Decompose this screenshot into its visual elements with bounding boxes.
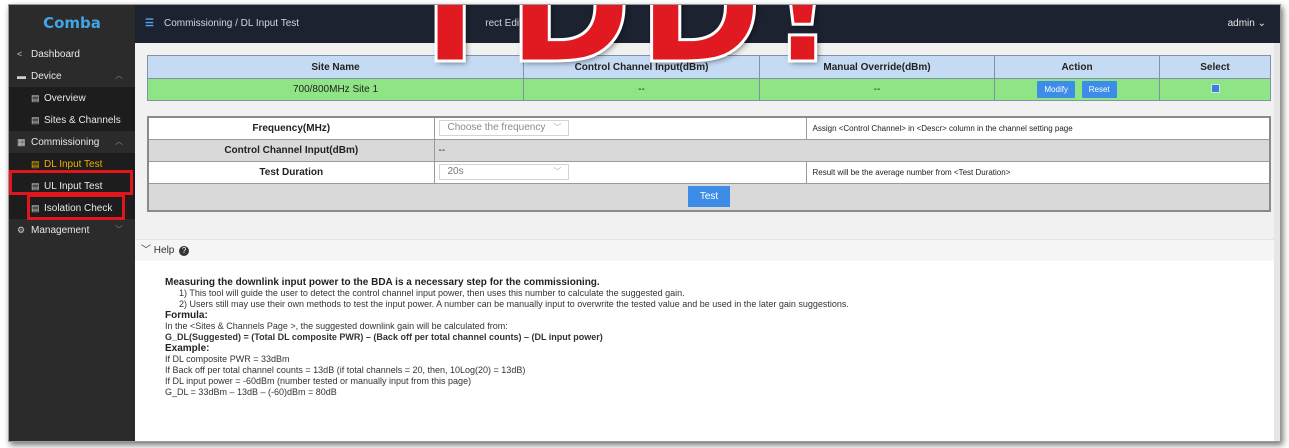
chevron-down-icon: ﹀ <box>115 225 123 234</box>
duration-cell: 20s ﹀ <box>433 160 807 184</box>
logo: Comba <box>9 5 135 43</box>
cc-input-label: Control Channel Input(dBm) <box>147 138 435 162</box>
scrollbar[interactable] <box>1274 43 1280 441</box>
sidebar-item-management[interactable]: ⚙ Management ﹀ <box>9 219 135 241</box>
grid-icon: ▦ <box>17 137 26 147</box>
frequency-select[interactable]: Choose the frequency ﹀ <box>438 120 569 137</box>
duration-select[interactable]: 20s ﹀ <box>438 164 569 180</box>
sidebar-item-dashboard[interactable]: < Dashboard <box>9 43 135 65</box>
example-line-4: G_DL = 33dBm – 13dB – (-60)dBm = 80dB <box>165 387 337 397</box>
action-cell: Modify Reset <box>994 78 1160 101</box>
duration-value: 20s <box>447 166 464 177</box>
frequency-note: Assign <Control Channel> in <Descr> colu… <box>805 116 1271 140</box>
chevron-up-icon: ︿ <box>115 137 123 146</box>
sidebar-item-sites-channels[interactable]: ▤ Sites & Channels <box>9 109 135 131</box>
column-header: Select <box>1159 55 1271 79</box>
sidebar-item-device[interactable]: ▬ Device ︿ <box>9 65 135 87</box>
help-intro: Measuring the downlink input power to th… <box>165 277 600 288</box>
frequency-label: Frequency(MHz) <box>147 116 435 140</box>
device-icon: ▬ <box>17 71 26 81</box>
select-checkbox[interactable] <box>1210 83 1220 93</box>
sidebar: Comba < Dashboard ▬ Device ︿ ▤ Overview ▤ Sit… <box>9 5 135 441</box>
test-button-cell: Test <box>147 182 1271 212</box>
cc-input-row: Control Channel Input(dBm) -- <box>147 138 1271 162</box>
duration-note: Result will be the average number from <… <box>805 160 1271 184</box>
help-point-2: 2) Users still may use their own methods… <box>179 299 849 309</box>
example-line-3: If DL input power = -60dBm (number teste… <box>165 376 472 386</box>
cc-input-value: -- <box>433 138 1271 162</box>
sidebar-item-label: Overview <box>44 93 86 104</box>
test-button[interactable]: Test <box>687 186 731 208</box>
test-form: Frequency(MHz) Choose the frequency ﹀ Ass… <box>147 116 1271 212</box>
app-window: Comba < Dashboard ▬ Device ︿ ▤ Overview ▤ Sit… <box>8 4 1281 442</box>
breadcrumb-text: Commissioning / DL Input Test <box>163 18 300 29</box>
highlight-box-dl <box>9 170 133 195</box>
sidebar-item-label: Device <box>31 71 62 82</box>
highlight-box-ul <box>27 194 125 220</box>
chevron-down-icon: ﹀ <box>141 245 151 256</box>
sidebar-item-label: Dashboard <box>31 49 80 60</box>
help-toggle[interactable]: ﹀ Help ? <box>135 239 1280 261</box>
sidebar-item-commissioning[interactable]: ▦ Commissioning ︿ <box>9 131 135 153</box>
help-text: Measuring the downlink input power to th… <box>165 277 849 398</box>
help-label: Help <box>153 245 175 256</box>
duration-row: Test Duration 20s ﹀ Result will be the av… <box>147 160 1271 184</box>
select-cell <box>1159 78 1271 101</box>
user-menu[interactable]: admin ⌄ <box>1228 18 1266 29</box>
chevron-down-icon: ﹀ <box>553 123 562 133</box>
question-icon: ? <box>179 246 190 256</box>
overlay-watermark: TDD! <box>398 4 843 97</box>
share-icon: < <box>17 49 23 59</box>
sidebar-item-label: DL Input Test <box>44 159 103 170</box>
frequency-cell: Choose the frequency ﹀ <box>433 116 807 140</box>
sidebar-item-label: Management <box>31 225 90 236</box>
example-title: Example: <box>165 343 210 354</box>
column-header: Action <box>994 55 1160 79</box>
gear-icon: ⚙ <box>17 225 26 235</box>
example-line-2: If Back off per total channel counts = 1… <box>165 365 526 375</box>
sidebar-item-label: Sites & Channels <box>44 115 121 126</box>
breadcrumb: ☰ Commissioning / DL Input Test <box>145 18 299 29</box>
frequency-row: Frequency(MHz) Choose the frequency ﹀ Ass… <box>147 116 1271 140</box>
user-name: admin <box>1227 18 1255 29</box>
help-point-1: 1) This tool will guide the user to dete… <box>179 288 685 298</box>
modify-button[interactable]: Modify <box>1037 81 1075 98</box>
document-icon: ▤ <box>31 115 40 125</box>
test-button-row: Test <box>147 182 1271 212</box>
sidebar-item-overview[interactable]: ▤ Overview <box>9 87 135 109</box>
formula-intro: In the <Sites & Channels Page >, the sug… <box>165 321 508 331</box>
sidebar-item-label: Commissioning <box>31 137 100 148</box>
chevron-up-icon: ︿ <box>115 71 123 80</box>
duration-label: Test Duration <box>147 160 435 184</box>
chevron-down-icon: ﹀ <box>553 167 562 176</box>
example-line-1: If DL composite PWR = 33dBm <box>165 354 290 364</box>
formula-text: G_DL(Suggested) = (Total DL composite PW… <box>165 332 603 342</box>
caret-down-icon: ⌄ <box>1257 18 1266 29</box>
menu-icon[interactable]: ☰ <box>145 18 154 29</box>
frequency-placeholder: Choose the frequency <box>447 122 546 134</box>
document-icon: ▤ <box>31 93 40 103</box>
reset-button[interactable]: Reset <box>1081 81 1117 98</box>
formula-title: Formula: <box>165 310 208 321</box>
